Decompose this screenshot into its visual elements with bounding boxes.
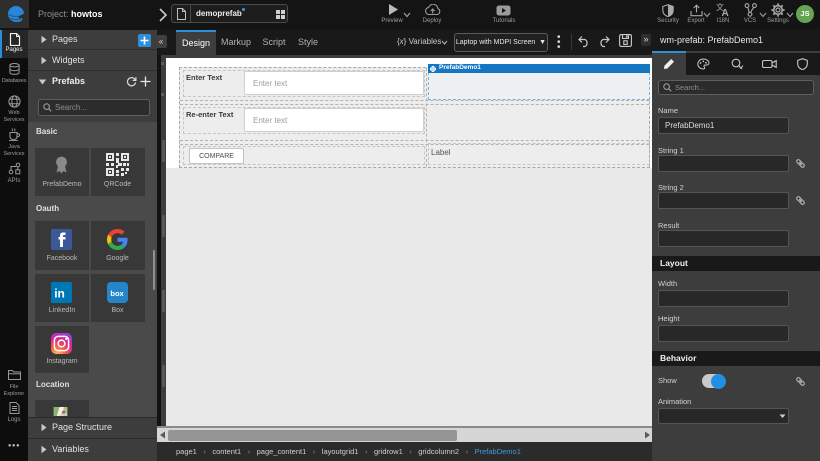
svg-text:in: in xyxy=(54,287,65,301)
svg-text:A: A xyxy=(722,8,729,17)
svg-text:box: box xyxy=(110,289,124,298)
